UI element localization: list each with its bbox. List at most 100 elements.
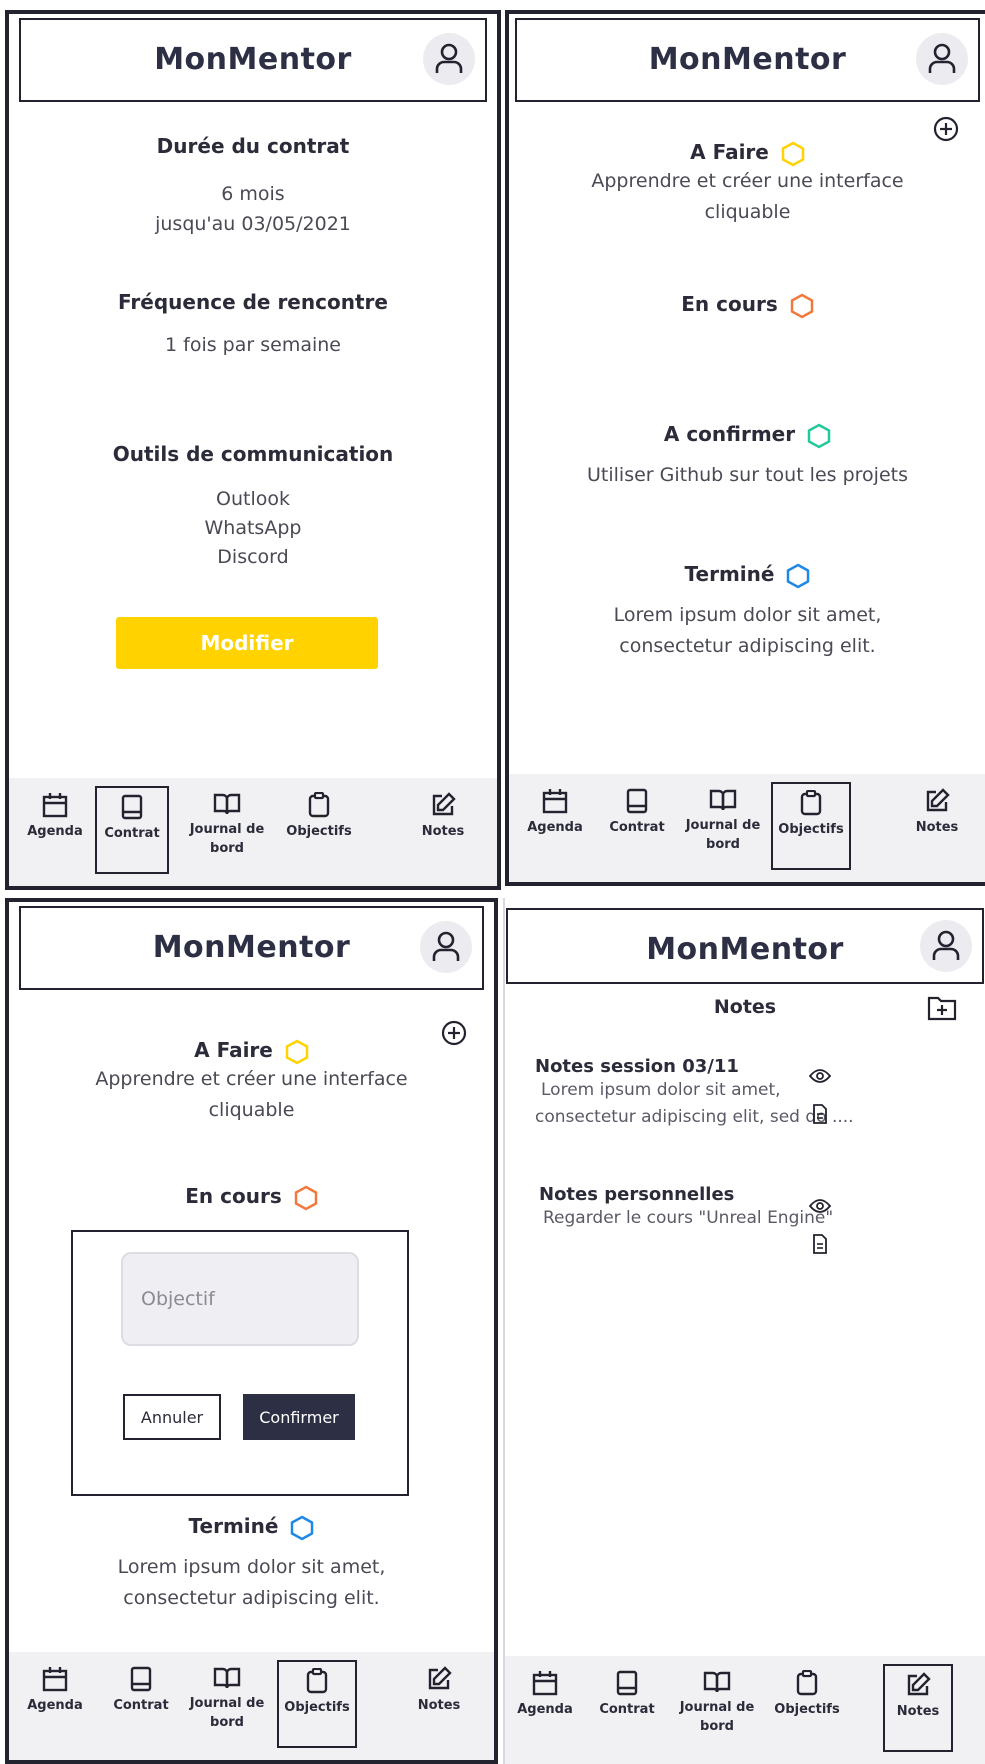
nav-notes[interactable]: Notes <box>883 1664 953 1752</box>
edit-icon <box>432 792 456 816</box>
nav-agenda[interactable]: Agenda <box>505 1664 591 1752</box>
hexagon-orange-icon <box>790 293 813 318</box>
nav-agenda[interactable]: Agenda <box>509 782 601 870</box>
objectif-text: Apprendre et créer une interface <box>591 170 904 192</box>
bottom-nav: Agenda Contrat Journal de bord Objectifs… <box>505 1656 985 1764</box>
bottom-nav: Agenda Contrat Journal de bord Objectifs… <box>509 774 985 882</box>
confirm-button[interactable]: Confirmer <box>243 1394 355 1440</box>
objectif-en-cours: En cours <box>9 1184 494 1211</box>
nav-label: Notes <box>915 820 959 835</box>
calendar-icon <box>42 793 68 818</box>
duree-heading: Durée du contrat <box>156 134 350 158</box>
objectif-text: Utiliser Github sur tout les projets <box>587 464 908 486</box>
open-book-icon <box>213 1667 241 1689</box>
nav-label: bord <box>210 841 244 856</box>
outils-heading: Outils de communication <box>112 442 394 466</box>
objectif-input[interactable] <box>121 1252 359 1346</box>
objectif-text: cliquable <box>208 1099 295 1121</box>
cancel-button[interactable]: Annuler <box>123 1394 221 1440</box>
nav-label: Contrat <box>609 820 665 835</box>
nav-journal[interactable]: Journal de bord <box>181 1660 273 1748</box>
nav-contrat[interactable]: Contrat <box>581 1664 673 1752</box>
nav-label: Contrat <box>104 826 160 841</box>
nav-label: Journal de <box>685 818 761 833</box>
nav-journal[interactable]: Journal de bord <box>671 1664 763 1752</box>
objectifs-screen: MonMentor A Faire Apprendre et créer une… <box>505 10 985 886</box>
nav-contrat[interactable]: Contrat <box>95 786 169 874</box>
nav-objectifs[interactable]: Objectifs <box>761 1664 853 1752</box>
frequence-value: 1 fois par semaine <box>165 334 341 356</box>
nav-agenda[interactable]: Agenda <box>9 786 101 874</box>
hexagon-orange-icon <box>294 1185 317 1210</box>
open-book-icon <box>703 1671 731 1693</box>
nav-contrat[interactable]: Contrat <box>591 782 683 870</box>
hexagon-yellow-icon <box>285 1039 309 1064</box>
outil-item: Outlook <box>216 488 290 510</box>
hexagon-yellow-icon <box>781 141 805 166</box>
calendar-icon <box>42 1667 68 1692</box>
notes-screen: MonMentor Notes Notes session 03/11 Lore… <box>503 898 985 1764</box>
nav-journal[interactable]: Journal de bord <box>677 782 769 870</box>
modifier-button[interactable]: Modifier <box>116 617 378 669</box>
app-header: MonMentor <box>506 908 984 984</box>
nav-contrat[interactable]: Contrat <box>95 1660 187 1748</box>
nav-label: Objectifs <box>286 824 352 839</box>
nav-label: Journal de <box>679 1700 755 1715</box>
profile-button[interactable] <box>420 921 472 973</box>
section-title: En cours <box>185 1184 282 1208</box>
document-icon[interactable] <box>812 1234 828 1254</box>
nav-label: Journal de <box>189 822 265 837</box>
calendar-icon <box>532 1671 558 1696</box>
nav-objectifs[interactable]: Objectifs <box>273 786 365 874</box>
nav-label: bord <box>706 837 740 852</box>
edit-icon <box>926 788 950 812</box>
hexagon-blue-icon <box>787 563 810 588</box>
section-title: A Faire <box>690 140 769 164</box>
objectif-a-faire: A Faire <box>509 140 985 167</box>
profile-button[interactable] <box>920 920 972 972</box>
app-header: MonMentor <box>19 906 484 990</box>
objectif-text: Apprendre et créer une interface <box>95 1068 408 1090</box>
user-icon <box>932 930 960 960</box>
add-objectif-dialog: Annuler Confirmer <box>71 1230 409 1496</box>
nav-label: Objectifs <box>778 822 844 837</box>
clipboard-icon <box>308 792 330 818</box>
profile-button[interactable] <box>916 33 968 85</box>
nav-agenda[interactable]: Agenda <box>9 1660 101 1748</box>
nav-notes[interactable]: Notes <box>887 782 985 870</box>
nav-notes[interactable]: Notes <box>389 1660 489 1748</box>
nav-objectifs[interactable]: Objectifs <box>277 1660 357 1748</box>
clipboard-icon <box>800 790 822 816</box>
nav-notes[interactable]: Notes <box>393 786 493 874</box>
book-icon <box>121 794 143 820</box>
document-icon[interactable] <box>812 1104 828 1124</box>
nav-label: bord <box>210 1715 244 1730</box>
notes-heading: Notes <box>713 996 777 1018</box>
nav-journal[interactable]: Journal de bord <box>181 786 273 874</box>
nav-label: Notes <box>417 1698 461 1713</box>
book-icon <box>616 1670 638 1696</box>
contrat-screen: MonMentor Durée du contrat 6 mois jusqu'… <box>5 10 501 890</box>
nav-label: Agenda <box>517 1702 573 1717</box>
book-icon <box>626 788 648 814</box>
nav-objectifs[interactable]: Objectifs <box>771 782 851 870</box>
nav-label: Contrat <box>113 1698 169 1713</box>
objectif-termine: Terminé <box>9 1514 494 1541</box>
clipboard-icon <box>306 1668 328 1694</box>
book-icon <box>130 1666 152 1692</box>
nav-label: Agenda <box>527 820 583 835</box>
section-title: Terminé <box>188 1514 279 1538</box>
user-icon <box>928 43 956 73</box>
user-icon <box>432 931 460 961</box>
open-book-icon <box>213 793 241 815</box>
profile-button[interactable] <box>423 33 475 85</box>
add-folder-icon[interactable] <box>927 994 957 1022</box>
hexagon-green-icon <box>807 423 831 448</box>
objectif-text: Lorem ipsum dolor sit amet, <box>117 1556 386 1578</box>
duree-until: jusqu'au 03/05/2021 <box>155 213 351 235</box>
nav-label: Agenda <box>27 824 83 839</box>
nav-label: Objectifs <box>284 1700 350 1715</box>
eye-icon[interactable] <box>809 1198 831 1214</box>
outil-item: WhatsApp <box>204 517 302 539</box>
eye-icon[interactable] <box>809 1068 831 1084</box>
